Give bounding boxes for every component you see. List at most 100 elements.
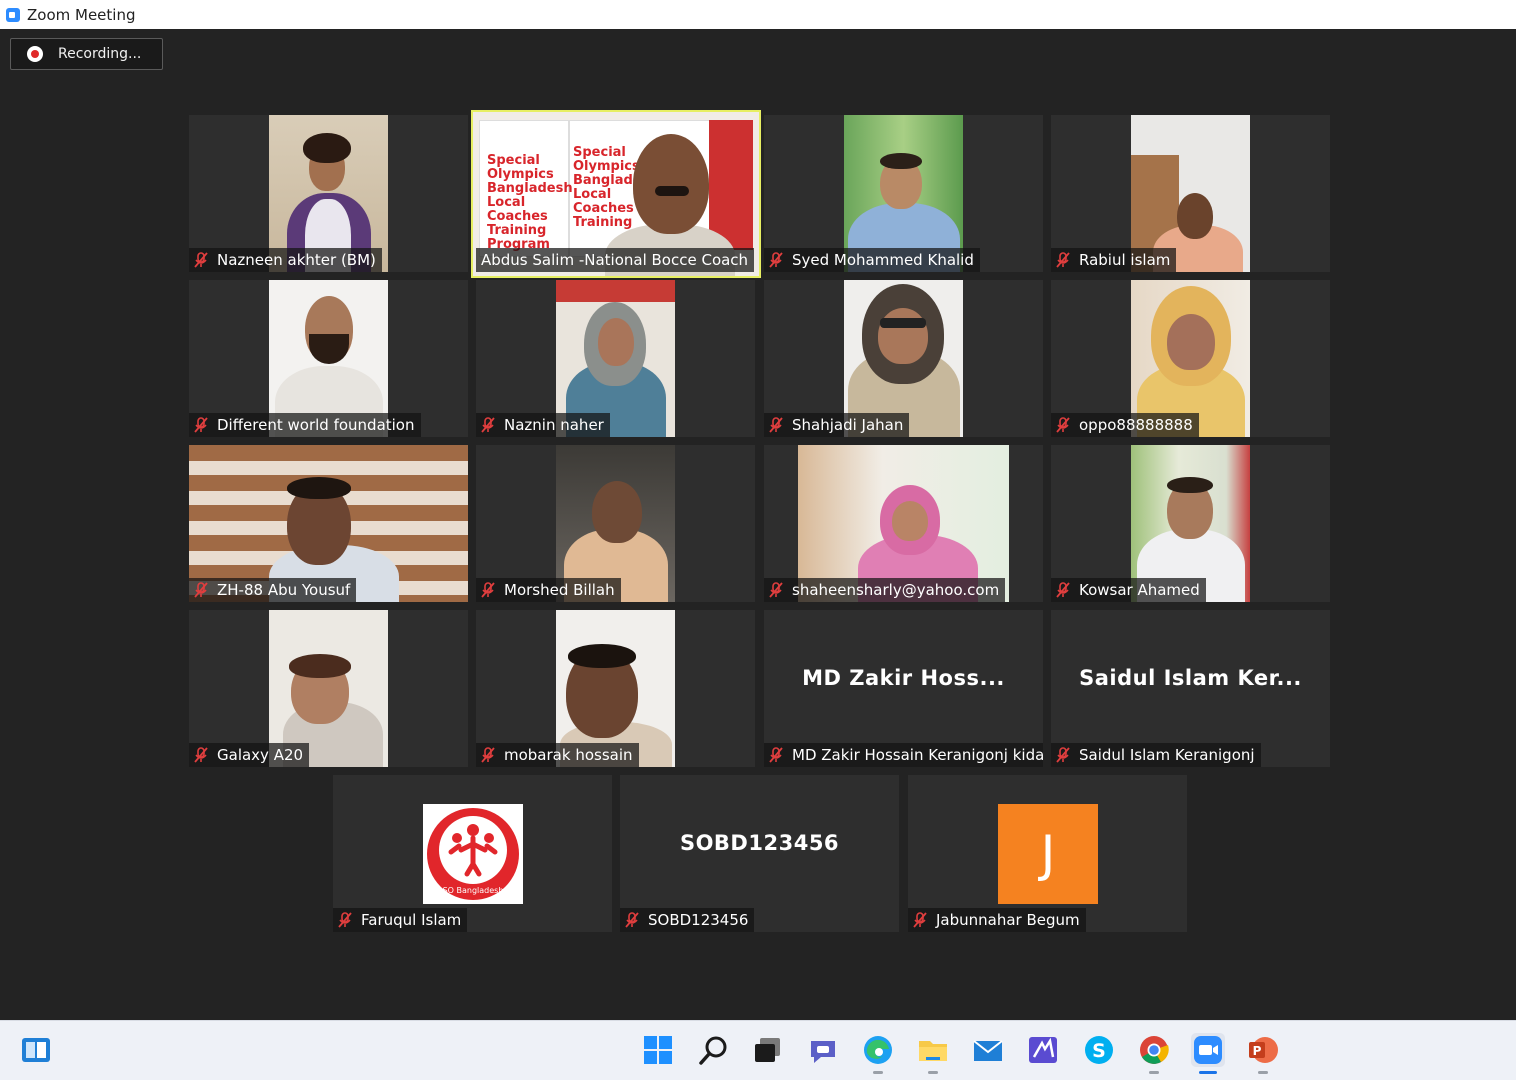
muted-mic-icon <box>481 747 495 763</box>
participant-name: Galaxy A20 <box>217 746 304 764</box>
search-icon <box>699 1036 727 1065</box>
participant-nametag: Jabunnahar Begum <box>908 908 1086 932</box>
zoom-app-icon <box>6 7 20 22</box>
powerpoint-icon: P <box>1249 1037 1278 1063</box>
participant-tile[interactable]: SO Bangladesh Faruqul Islam <box>333 775 612 932</box>
participant-nametag: Rabiul islam <box>1051 248 1177 272</box>
svg-text:P: P <box>1253 1044 1262 1058</box>
avatar: J <box>998 804 1098 904</box>
file-explorer-button[interactable] <box>916 1033 950 1074</box>
participant-tile[interactable]: Naznin naher <box>476 280 755 437</box>
participant-name: MD Zakir Hossain Keranigonj kidas <box>792 746 1043 764</box>
participant-name: Different world foundation <box>217 416 415 434</box>
muted-mic-icon <box>1056 417 1070 433</box>
participant-name: Rabiul islam <box>1079 251 1171 269</box>
participant-nametag: Kowsar Ahamed <box>1051 578 1206 602</box>
running-indicator <box>928 1071 938 1074</box>
participant-nametag: Shahjadi Jahan <box>764 413 910 437</box>
muted-mic-icon <box>481 417 495 433</box>
participant-display-name: MD Zakir Hoss... <box>802 666 1005 690</box>
participant-name: Nazneen akhter (BM) <box>217 251 376 269</box>
participant-nametag: Saidul Islam Keranigonj <box>1051 743 1261 767</box>
zoom-icon <box>1194 1036 1222 1064</box>
participant-tile[interactable]: Saidul Islam Ker... Saidul Islam Keranig… <box>1051 610 1330 767</box>
edge-button[interactable] <box>861 1033 895 1074</box>
start-button[interactable] <box>641 1033 675 1067</box>
participant-tile-active-speaker[interactable]: Special Olympics Bangladesh Local Coache… <box>471 110 761 278</box>
participant-tile[interactable]: oppo88888888 <box>1051 280 1330 437</box>
muted-mic-icon <box>625 912 639 928</box>
participant-tile[interactable]: ZH-88 Abu Yousuf <box>189 445 468 602</box>
muted-mic-icon <box>769 417 783 433</box>
chrome-button[interactable] <box>1137 1033 1171 1074</box>
participant-nametag: Galaxy A20 <box>189 743 310 767</box>
participant-tile[interactable]: Kowsar Ahamed <box>1051 445 1330 602</box>
special-olympics-logo: SO Bangladesh <box>423 804 523 904</box>
whiteboard-button[interactable] <box>1026 1033 1060 1067</box>
participant-nametag: Abdus Salim -National Bocce Coach <box>476 248 755 272</box>
mail-icon <box>973 1040 1003 1061</box>
participant-name: Faruqul Islam <box>361 911 462 929</box>
avatar-letter: J <box>1040 825 1056 883</box>
teams-chat-icon <box>811 1041 835 1063</box>
active-window-indicator <box>1199 1071 1217 1074</box>
muted-mic-icon <box>769 252 783 268</box>
widgets-button[interactable] <box>19 1033 53 1067</box>
participant-name: Syed Mohammed Khalid <box>792 251 974 269</box>
participant-tile[interactable]: Galaxy A20 <box>189 610 468 767</box>
participant-name: oppo88888888 <box>1079 416 1193 434</box>
participant-tile[interactable]: Morshed Billah <box>476 445 755 602</box>
participant-name: Naznin naher <box>504 416 604 434</box>
participant-tile[interactable]: Shahjadi Jahan <box>764 280 1043 437</box>
participant-tile[interactable]: Different world foundation <box>189 280 468 437</box>
participant-nametag: Nazneen akhter (BM) <box>189 248 382 272</box>
participant-name: Abdus Salim -National Bocce Coach <box>481 251 749 269</box>
windows-logo-icon <box>644 1036 672 1064</box>
task-view-button[interactable] <box>751 1033 785 1067</box>
muted-mic-icon <box>913 912 927 928</box>
banner-text: Special Olympics Bangladesh Local Coache… <box>487 153 573 252</box>
participant-tile[interactable]: SOBD123456 SOBD123456 <box>620 775 899 932</box>
participant-name: Saidul Islam Keranigonj <box>1079 746 1255 764</box>
folder-icon <box>919 1041 947 1061</box>
participant-nametag: ZH-88 Abu Yousuf <box>189 578 357 602</box>
chat-button[interactable] <box>806 1033 840 1067</box>
recording-button[interactable]: Recording... <box>10 38 163 70</box>
mail-button[interactable] <box>971 1033 1005 1067</box>
muted-mic-icon <box>1056 747 1070 763</box>
skype-button[interactable]: S <box>1082 1033 1116 1067</box>
participant-display-name: Saidul Islam Ker... <box>1079 666 1302 690</box>
muted-mic-icon <box>194 252 208 268</box>
whiteboard-icon <box>1029 1037 1057 1063</box>
participant-tile[interactable]: mobarak hossain <box>476 610 755 767</box>
participant-tile[interactable]: Rabiul islam <box>1051 115 1330 272</box>
participant-tile[interactable]: MD Zakir Hoss... MD Zakir Hossain Kerani… <box>764 610 1043 767</box>
participant-name: Morshed Billah <box>504 581 615 599</box>
participant-tile[interactable]: shaheensharly@yahoo.com <box>764 445 1043 602</box>
windows-taskbar: S P <box>0 1020 1516 1080</box>
muted-mic-icon <box>194 747 208 763</box>
zoom-button[interactable] <box>1191 1033 1225 1074</box>
running-indicator <box>1149 1071 1159 1074</box>
participant-tile[interactable]: Nazneen akhter (BM) <box>189 115 468 272</box>
record-icon <box>27 46 43 62</box>
skype-icon: S <box>1085 1036 1113 1064</box>
task-view-icon <box>755 1038 780 1062</box>
running-indicator <box>873 1071 883 1074</box>
participant-name: Shahjadi Jahan <box>792 416 904 434</box>
participant-name: Kowsar Ahamed <box>1079 581 1200 599</box>
participant-display-name: SOBD123456 <box>679 831 840 855</box>
muted-mic-icon <box>338 912 352 928</box>
participant-nametag: MD Zakir Hossain Keranigonj kidas <box>764 743 1043 767</box>
search-button[interactable] <box>697 1033 731 1067</box>
participant-nametag: Faruqul Islam <box>333 908 468 932</box>
muted-mic-icon <box>194 582 208 598</box>
participant-name: mobarak hossain <box>504 746 633 764</box>
participant-nametag: Naznin naher <box>476 413 610 437</box>
powerpoint-button[interactable]: P <box>1246 1033 1280 1074</box>
participant-tile[interactable]: J Jabunnahar Begum <box>908 775 1187 932</box>
widgets-icon <box>22 1038 50 1062</box>
participant-name: shaheensharly@yahoo.com <box>792 581 1000 599</box>
participant-tile[interactable]: Syed Mohammed Khalid <box>764 115 1043 272</box>
muted-mic-icon <box>769 747 783 763</box>
